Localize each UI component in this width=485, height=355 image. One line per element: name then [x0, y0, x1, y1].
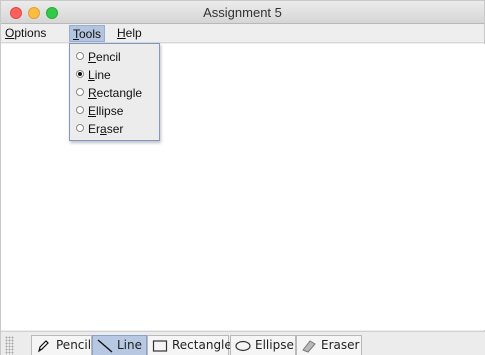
pencil-tool-label: Pencil: [56, 338, 92, 352]
menu-options[interactable]: Options: [2, 25, 49, 42]
ellipse-tool-label: Ellipse: [255, 338, 294, 352]
line-tool-label: Line: [117, 338, 143, 352]
rectangle-tool-button[interactable]: Rectangle: [147, 335, 232, 355]
menu-item-rest: encil: [96, 50, 121, 64]
menu-item-rest: ser: [106, 122, 124, 136]
rectangle-icon: [152, 340, 168, 352]
menu-item-rest: ectangle: [96, 86, 143, 100]
title-bar[interactable]: Assignment 5: [1, 1, 484, 24]
tool-toolbar: Pencil Line Rectangle Ellipse Eraser: [1, 331, 485, 355]
menu-item-mnemonic: a: [100, 122, 107, 136]
window-title: Assignment 5: [203, 5, 282, 20]
tools-menu-item-line[interactable]: Line: [70, 66, 159, 84]
menu-item-mnemonic: E: [88, 104, 97, 118]
radio-icon: [76, 124, 84, 132]
tools-menu-item-pencil[interactable]: Pencil: [70, 48, 159, 66]
radio-icon: [76, 88, 84, 96]
menu-options-mnemonic: O: [5, 26, 15, 40]
app-window: Assignment 5 Options Tools Help Pencil L…: [0, 0, 485, 355]
radio-icon: [76, 106, 84, 114]
menu-help-rest: elp: [125, 26, 142, 40]
menu-item-rest: ine: [94, 68, 111, 82]
eraser-tool-button[interactable]: Eraser: [296, 335, 362, 355]
menu-bar: Options Tools Help: [1, 24, 484, 43]
menu-item-rest: llipse: [96, 104, 124, 118]
tools-menu-item-ellipse[interactable]: Ellipse: [70, 102, 159, 120]
pencil-tool-button[interactable]: Pencil: [31, 335, 92, 355]
menu-options-rest: ptions: [14, 26, 47, 40]
rectangle-tool-label: Rectangle: [172, 338, 232, 352]
menu-tools-rest: ools: [79, 27, 102, 41]
radio-selected-icon: [76, 70, 84, 78]
tools-menu-item-eraser[interactable]: Eraser: [70, 120, 159, 138]
toolbar-drag-handle[interactable]: [5, 336, 14, 355]
ellipse-icon: [235, 340, 251, 352]
menu-item-mnemonic: L: [88, 68, 95, 82]
eraser-icon: [302, 340, 316, 353]
pencil-icon: [38, 340, 49, 353]
menu-tools[interactable]: Tools: [69, 25, 106, 42]
tools-menu-item-rectangle[interactable]: Rectangle: [70, 84, 159, 102]
radio-icon: [76, 52, 84, 60]
eraser-tool-label: Eraser: [321, 338, 360, 352]
menu-help[interactable]: Help: [114, 25, 145, 42]
menu-item-prefix: Er: [88, 122, 100, 136]
tools-dropdown-menu: Pencil Line Rectangle Ellipse Eraser: [69, 43, 160, 141]
line-tool-button[interactable]: Line: [92, 335, 147, 355]
menu-help-mnemonic: H: [117, 26, 126, 40]
line-icon: [97, 339, 113, 353]
menu-item-mnemonic: R: [88, 86, 97, 100]
ellipse-tool-button[interactable]: Ellipse: [230, 335, 296, 355]
menu-item-mnemonic: P: [88, 50, 97, 64]
